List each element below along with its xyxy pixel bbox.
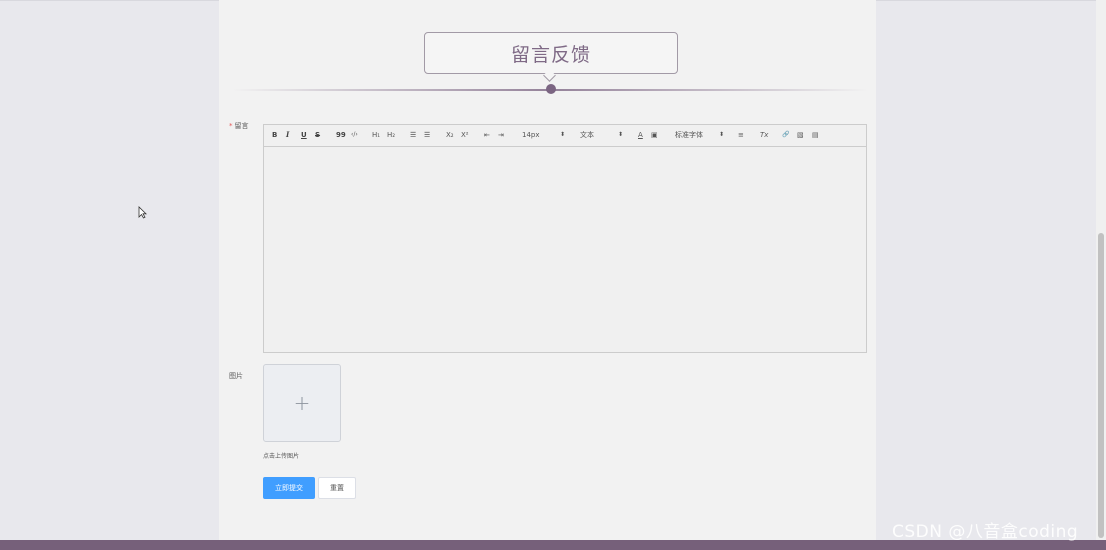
link-icon[interactable]: 🔗 — [782, 130, 789, 140]
reset-button[interactable]: 重置 — [318, 477, 356, 499]
image-upload-box[interactable]: + — [263, 364, 341, 442]
vertical-scrollbar[interactable] — [1096, 0, 1106, 540]
clean-button[interactable]: Tx — [760, 130, 768, 140]
align-button[interactable]: ≡ — [738, 130, 744, 140]
strike-button[interactable]: S — [315, 130, 320, 140]
plus-icon: + — [293, 391, 311, 415]
background-color-button[interactable]: ▣ — [651, 130, 658, 140]
ordered-list-button[interactable]: ☰ — [410, 130, 416, 140]
blockquote-button[interactable]: 99 — [336, 130, 346, 140]
editor-content-area[interactable] — [264, 147, 866, 352]
code-button[interactable]: ‹/› — [351, 130, 358, 140]
font-color-button[interactable]: A — [638, 130, 643, 140]
watermark: CSDN @八音盒coding — [892, 522, 1079, 542]
rich-text-editor: B I U S 99 ‹/› H₁ H₂ ☰ ☰ X₂ X² ⇤ ⇥ 14px … — [263, 124, 867, 353]
font-family-arrow-icon[interactable]: ⬍ — [719, 130, 724, 140]
italic-button[interactable]: I — [286, 130, 289, 140]
divider-dot — [546, 84, 556, 94]
video-icon[interactable]: ▤ — [812, 130, 819, 140]
subscript-button[interactable]: X₂ — [446, 130, 454, 140]
h2-button[interactable]: H₂ — [387, 130, 395, 140]
editor-toolbar: B I U S 99 ‹/› H₁ H₂ ☰ ☰ X₂ X² ⇤ ⇥ 14px … — [264, 125, 866, 147]
mouse-cursor-icon — [138, 206, 147, 219]
image-icon[interactable]: ▧ — [797, 130, 804, 140]
bullet-list-button[interactable]: ☰ — [424, 130, 430, 140]
required-mark: * — [229, 122, 233, 130]
upload-tip: 点击上传图片 — [263, 453, 300, 460]
submit-button[interactable]: 立即提交 — [263, 477, 315, 499]
underline-button[interactable]: U — [301, 130, 307, 140]
font-size-select[interactable]: 14px — [522, 130, 540, 140]
h1-button[interactable]: H₁ — [372, 130, 380, 140]
bold-button[interactable]: B — [272, 130, 277, 140]
font-family-select[interactable]: 标准字体 — [675, 130, 703, 140]
scrollbar-thumb[interactable] — [1098, 233, 1104, 538]
message-label: * 留言 — [229, 122, 249, 130]
header-arrow-icon[interactable]: ⬍ — [618, 130, 623, 140]
image-label: 图片 — [229, 372, 243, 380]
outdent-button[interactable]: ⇤ — [484, 130, 490, 140]
font-size-arrow-icon[interactable]: ⬍ — [560, 130, 565, 140]
header-select[interactable]: 文本 — [580, 130, 594, 140]
indent-button[interactable]: ⇥ — [498, 130, 504, 140]
page-title: 留言反馈 — [424, 32, 678, 74]
superscript-button[interactable]: X² — [461, 130, 469, 140]
